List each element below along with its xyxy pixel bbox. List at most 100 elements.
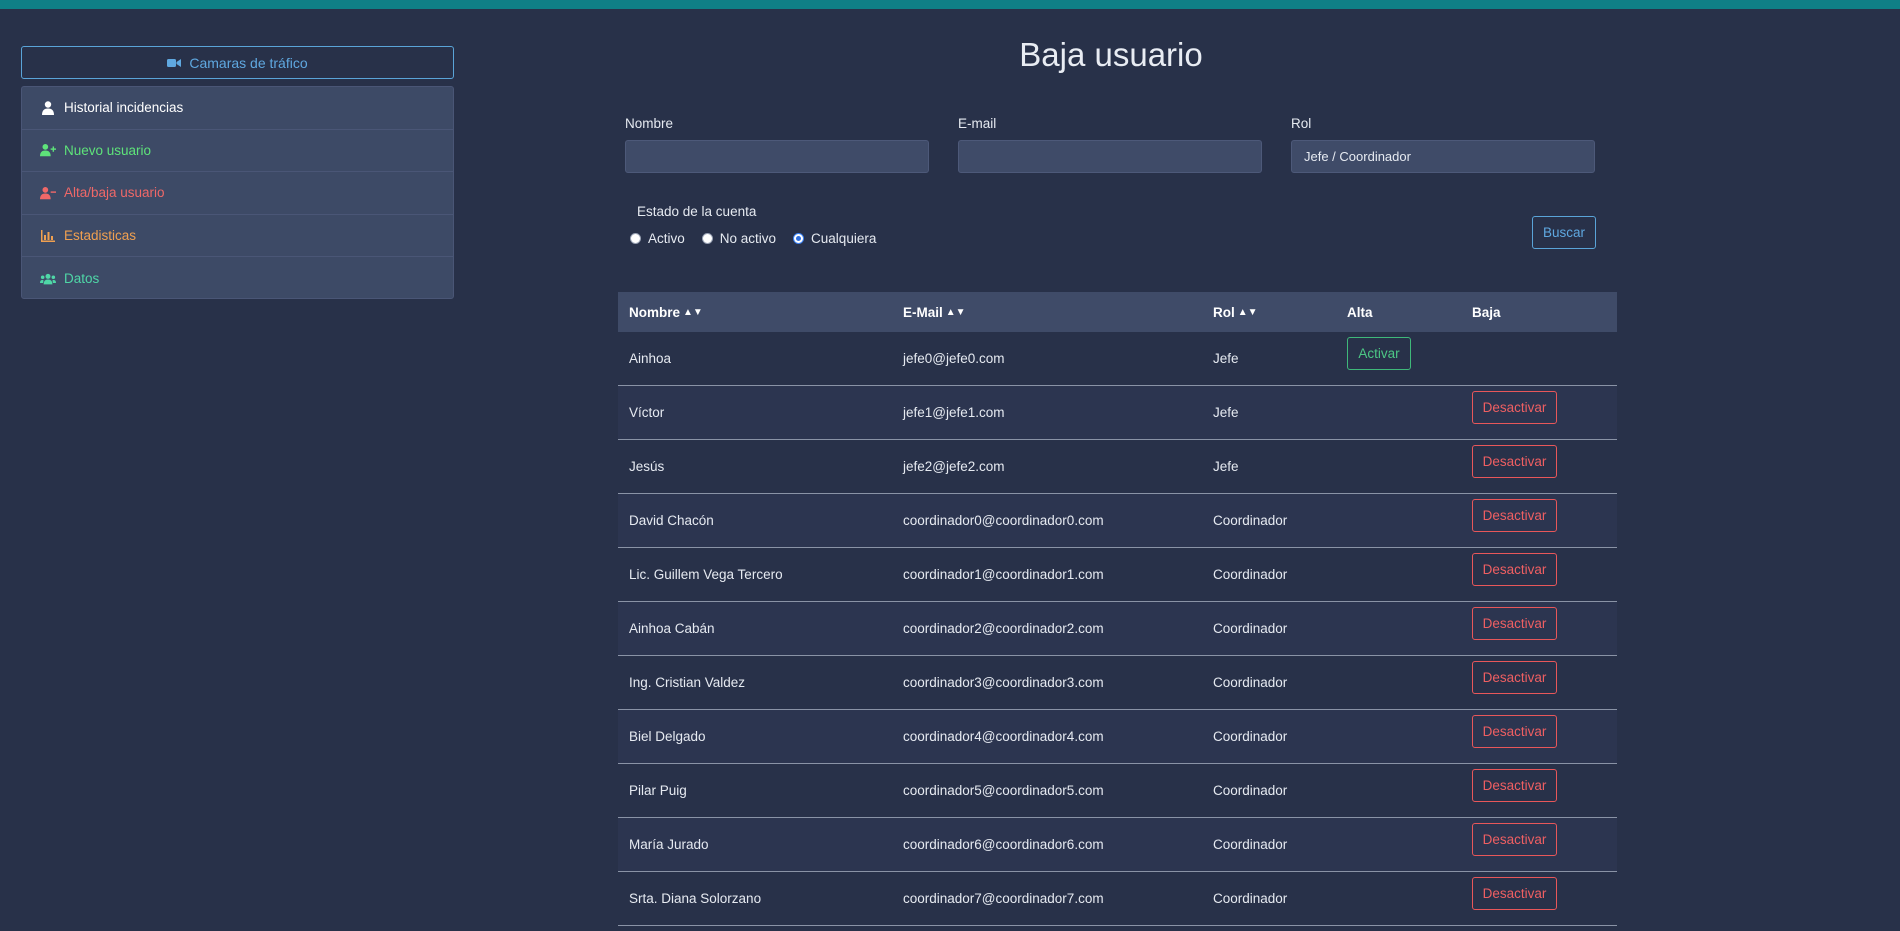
header-baja: Baja xyxy=(1461,305,1617,320)
sidebar-item-estadisticas[interactable]: Estadisticas xyxy=(22,215,453,258)
radio-option-cualquiera[interactable]: Cualquiera xyxy=(793,231,876,246)
cell-nombre: María Jurado xyxy=(629,837,709,852)
cell-rol: Jefe xyxy=(1213,459,1239,474)
table-row: Srta. Diana Solorzano coordinador7@coordi… xyxy=(618,872,1617,926)
cell-email: coordinador3@coordinador3.com xyxy=(903,675,1104,690)
header-baja-label: Baja xyxy=(1472,304,1501,320)
top-accent-bar xyxy=(0,0,1900,9)
cell-email: coordinador2@coordinador2.com xyxy=(903,621,1104,636)
cell-alta: Activar xyxy=(1336,337,1461,370)
header-alta-label: Alta xyxy=(1347,304,1373,320)
estado-radio-group: Activo No activo Cualquiera xyxy=(630,231,893,246)
cell-nombre: Srta. Diana Solorzano xyxy=(629,891,762,906)
cell-email: coordinador5@coordinador5.com xyxy=(903,783,1104,798)
table-row: María Jurado coordinador6@coordinador6.co… xyxy=(618,818,1617,872)
rol-selected-value: Jefe / Coordinador xyxy=(1304,149,1411,164)
deactivate-button[interactable]: Desactivar xyxy=(1472,715,1557,748)
sidebar-item-label: Alta/baja usuario xyxy=(64,185,165,201)
cell-baja: Desactivar xyxy=(1461,553,1617,586)
page-title: Baja usuario xyxy=(1019,36,1203,73)
email-input[interactable] xyxy=(958,140,1262,173)
radio-option-activo[interactable]: Activo xyxy=(630,231,685,246)
deactivate-button[interactable]: Desactivar xyxy=(1472,445,1557,478)
header-rol-label: Rol xyxy=(1213,304,1235,320)
users-icon xyxy=(40,272,56,286)
header-nombre[interactable]: Nombre ▲▼ xyxy=(618,305,892,320)
cell-nombre: Lic. Guillem Vega Tercero xyxy=(629,567,783,582)
cell-rol: Coordinador xyxy=(1213,837,1288,852)
users-table: Nombre ▲▼ E-Mail ▲▼ Rol ▲▼ Alta Baja Ainhoa… xyxy=(618,292,1617,926)
cell-baja: Desactivar xyxy=(1461,877,1617,910)
deactivate-button[interactable]: Desactivar xyxy=(1472,607,1557,640)
activate-button[interactable]: Activar xyxy=(1347,337,1411,370)
table-row: David Chacón coordinador0@coordinador0.co… xyxy=(618,494,1617,548)
cell-rol: Coordinador xyxy=(1213,621,1288,636)
deactivate-button[interactable]: Desactivar xyxy=(1472,877,1557,910)
sidebar-item-label: Nuevo usuario xyxy=(64,142,152,158)
deactivate-button[interactable]: Desactivar xyxy=(1472,823,1557,856)
cell-baja: Desactivar xyxy=(1461,715,1617,748)
cell-rol: Coordinador xyxy=(1213,567,1288,582)
cell-baja: Desactivar xyxy=(1461,607,1617,640)
cell-email: coordinador7@coordinador7.com xyxy=(903,891,1104,906)
traffic-cameras-button[interactable]: Camaras de tráfico xyxy=(21,46,454,79)
sidebar-item-historial[interactable]: Historial incidencias xyxy=(22,87,453,130)
sidebar-item-datos[interactable]: Datos xyxy=(22,257,453,300)
table-row: Ainhoa Cabán coordinador2@coordinador2.co… xyxy=(618,602,1617,656)
cell-rol: Coordinador xyxy=(1213,729,1288,744)
search-button[interactable]: Buscar xyxy=(1532,216,1596,249)
sort-icon: ▲▼ xyxy=(683,306,703,318)
cell-rol: Coordinador xyxy=(1213,891,1288,906)
cell-email: jefe0@jefe0.com xyxy=(903,351,1005,366)
sort-icon: ▲▼ xyxy=(1237,306,1258,318)
deactivate-button[interactable]: Desactivar xyxy=(1472,391,1557,424)
sidebar-item-nuevo-usuario[interactable]: Nuevo usuario xyxy=(22,130,453,173)
user-icon xyxy=(40,101,56,115)
cell-email: jefe2@jefe2.com xyxy=(903,459,1005,474)
table-row: Ing. Cristian Valdez coordinador3@coordin… xyxy=(618,656,1617,710)
rol-select[interactable]: Jefe / Coordinador xyxy=(1291,140,1595,173)
radio-label-activo: Activo xyxy=(648,231,685,246)
cell-baja: Desactivar xyxy=(1461,823,1617,856)
rol-label: Rol xyxy=(1291,116,1312,131)
cell-baja: Desactivar xyxy=(1461,499,1617,532)
cell-nombre: Jesús xyxy=(629,459,665,474)
deactivate-button[interactable]: Desactivar xyxy=(1472,499,1557,532)
sidebar-item-label: Estadisticas xyxy=(64,228,137,244)
deactivate-button[interactable]: Desactivar xyxy=(1472,769,1557,802)
table-row: Víctor jefe1@jefe1.com Jefe Desactivar xyxy=(618,386,1617,440)
cell-baja: Desactivar xyxy=(1461,661,1617,694)
cell-email: jefe1@jefe1.com xyxy=(903,405,1005,420)
user-minus-icon xyxy=(40,186,56,200)
cell-nombre: Ainhoa Cabán xyxy=(629,621,715,636)
table-header: Nombre ▲▼ E-Mail ▲▼ Rol ▲▼ Alta Baja xyxy=(618,292,1617,332)
sidebar-item-alta-baja[interactable]: Alta/baja usuario xyxy=(22,172,453,215)
table-row: Pilar Puig coordinador5@coordinador5.com C… xyxy=(618,764,1617,818)
radio-activo[interactable] xyxy=(630,233,641,244)
cell-rol: Jefe xyxy=(1213,405,1239,420)
sidebar-menu: Historial incidencias Nuevo usuario Alta… xyxy=(21,86,454,299)
nombre-input[interactable] xyxy=(625,140,929,173)
cell-nombre: Ainhoa xyxy=(629,351,672,366)
radio-label-cualquiera: Cualquiera xyxy=(811,231,877,246)
radio-cualquiera[interactable] xyxy=(793,233,805,244)
cell-baja: Desactivar xyxy=(1461,391,1617,424)
header-rol[interactable]: Rol ▲▼ xyxy=(1202,305,1336,320)
cell-email: coordinador6@coordinador6.com xyxy=(903,837,1104,852)
cell-email: coordinador4@coordinador4.com xyxy=(903,729,1104,744)
table-row: Lic. Guillem Vega Tercero coordinador1@co… xyxy=(618,548,1617,602)
cell-baja: Desactivar xyxy=(1461,445,1617,478)
cell-email: coordinador0@coordinador0.com xyxy=(903,513,1104,528)
deactivate-button[interactable]: Desactivar xyxy=(1472,553,1557,586)
table-body: Ainhoa jefe0@jefe0.com Jefe Activar Víctor je… xyxy=(618,332,1617,926)
deactivate-button[interactable]: Desactivar xyxy=(1472,661,1557,694)
radio-no-activo[interactable] xyxy=(701,233,713,244)
header-email[interactable]: E-Mail ▲▼ xyxy=(892,305,1202,320)
email-label: E-mail xyxy=(958,116,997,131)
sidebar-item-label: Datos xyxy=(64,271,100,287)
radio-option-no-activo[interactable]: No activo xyxy=(701,231,776,246)
cell-rol: Coordinador xyxy=(1213,675,1288,690)
user-plus-icon xyxy=(40,143,56,157)
cell-nombre: Pilar Puig xyxy=(629,783,687,798)
header-alta: Alta xyxy=(1336,305,1461,320)
